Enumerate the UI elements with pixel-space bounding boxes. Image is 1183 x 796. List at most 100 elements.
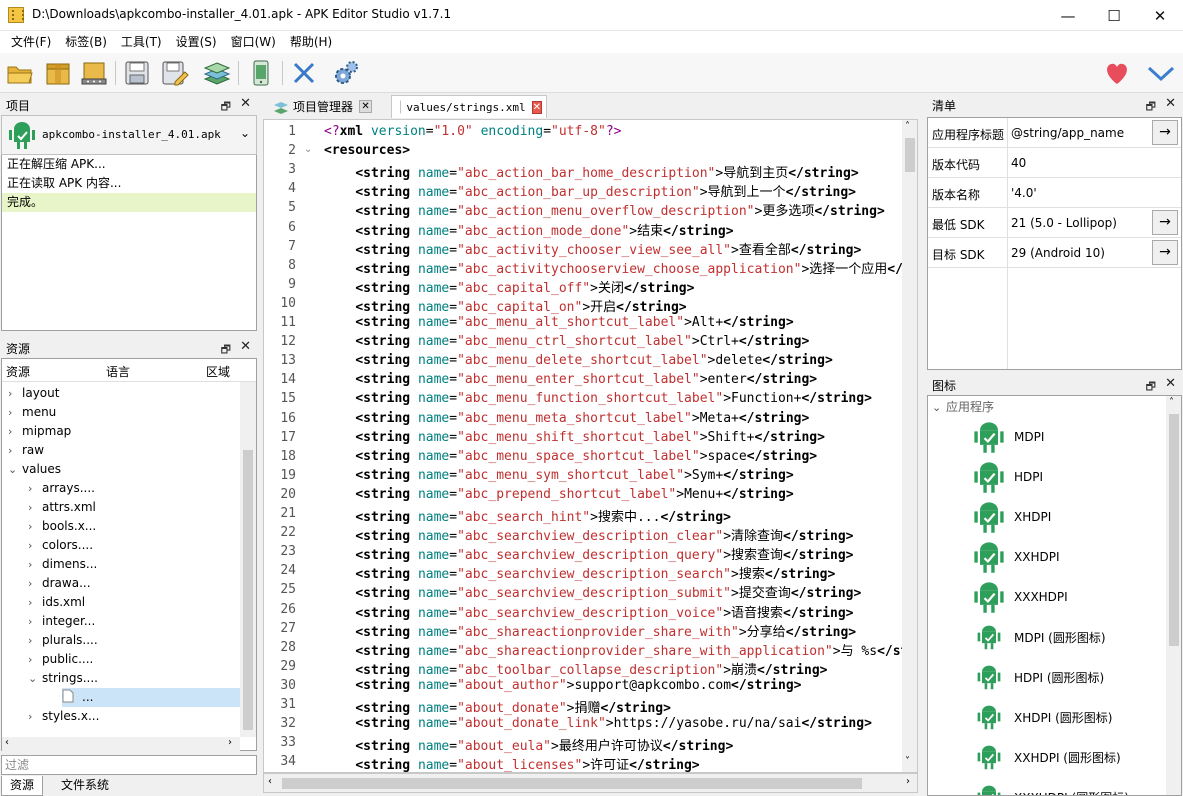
undock-icon[interactable]: 🗗 (1146, 98, 1156, 117)
tree-item[interactable]: › plurals.... (28, 631, 98, 650)
code-line[interactable]: <string name="abc_menu_ctrl_shortcut_lab… (324, 334, 809, 349)
chevron-right-icon[interactable]: › (8, 441, 22, 460)
save-button[interactable] (122, 58, 152, 88)
tab-filesystem[interactable]: 文件系统 (53, 776, 117, 796)
code-line[interactable]: <string name="about_author">support@apkc… (324, 678, 801, 693)
maximize-button[interactable]: ☐ (1091, 0, 1137, 31)
editor-hscrollbar[interactable]: ‹ › (263, 773, 918, 793)
icons-group[interactable]: ⌄ 应用程序 (932, 398, 994, 415)
panel-close-icon[interactable]: ✕ (240, 96, 251, 111)
panel-close-icon[interactable]: ✕ (1165, 376, 1176, 391)
manifest-row[interactable]: 版本代码 40 (928, 148, 1181, 178)
chevron-right-icon[interactable]: › (8, 422, 22, 441)
resources-scrollbar[interactable] (240, 382, 256, 737)
column-resource[interactable]: 资源 (6, 363, 30, 380)
editor-scrollbar[interactable]: ˄ ˅ (902, 120, 917, 772)
code-line[interactable]: <string name="abc_action_menu_overflow_d… (324, 200, 884, 219)
code-line[interactable]: <string name="abc_search_hint">搜索中...</s… (324, 506, 731, 525)
code-line[interactable]: <string name="abc_menu_delete_shortcut_l… (324, 353, 832, 368)
chevron-right-icon[interactable]: › (8, 384, 22, 403)
code-line[interactable]: <string name="abc_menu_shift_shortcut_la… (324, 430, 825, 445)
code-line[interactable]: <string name="abc_searchview_description… (324, 544, 853, 563)
chevron-right-icon[interactable]: › (8, 403, 22, 422)
code-line[interactable]: <string name="abc_shareactionprovider_sh… (324, 640, 917, 659)
code-line[interactable]: <string name="abc_action_bar_home_descri… (324, 162, 858, 181)
tab-close-icon[interactable]: ✕ (531, 100, 542, 114)
tab-resources[interactable]: 资源 (1, 776, 44, 796)
resources-hscrollbar[interactable]: ‹ › (2, 737, 240, 751)
tree-item[interactable]: › arrays.... (28, 479, 95, 498)
code-line[interactable]: <string name="abc_menu_space_shortcut_la… (324, 449, 817, 464)
check-updates-button[interactable] (1146, 58, 1176, 88)
code-line[interactable]: <string name="abc_menu_meta_shortcut_lab… (324, 411, 809, 426)
code-line[interactable]: <string name="about_donate_link">https:/… (324, 716, 872, 731)
icon-item[interactable]: MDPI (972, 417, 1044, 457)
code-line[interactable]: <string name="abc_capital_off">关闭</strin… (324, 277, 694, 296)
code-line[interactable]: <string name="abc_menu_function_shortcut… (324, 391, 872, 406)
icon-item[interactable]: XHDPI (972, 497, 1051, 537)
code-line[interactable]: <string name="abc_searchview_description… (324, 602, 853, 621)
code-line[interactable]: <string name="abc_capital_on">开启</string… (324, 296, 686, 315)
icon-item[interactable]: XHDPI (圆形图标) (972, 697, 1112, 737)
tree-item[interactable]: › attrs.xml (28, 498, 96, 517)
tree-item[interactable]: ⌄ strings.... (28, 669, 98, 688)
panel-close-icon[interactable]: ✕ (240, 339, 251, 354)
tab-strings-xml[interactable]: values/strings.xml ✕ (391, 95, 547, 118)
tree-item[interactable]: › bools.x... (28, 517, 96, 536)
save-as-button[interactable] (160, 58, 190, 88)
chevron-right-icon[interactable]: › (28, 536, 42, 555)
menu-settings[interactable]: 设置(S) (169, 31, 224, 53)
manifest-value[interactable]: 40 (1011, 156, 1026, 170)
code-editor[interactable]: 1 <?xml version="1.0" encoding="utf-8"?> 2… (263, 119, 918, 773)
chevron-right-icon[interactable]: › (28, 707, 42, 726)
tree-item[interactable]: ... (62, 688, 240, 707)
menu-tools[interactable]: 工具(T) (114, 31, 169, 53)
chevron-right-icon[interactable]: › (28, 498, 42, 517)
manifest-value[interactable]: @string/app_name (1011, 126, 1124, 140)
minimize-button[interactable]: — (1045, 0, 1091, 31)
icon-item[interactable]: XXHDPI (圆形图标) (972, 737, 1121, 777)
manifest-row[interactable]: 版本名称 '4.0' (928, 178, 1181, 208)
icon-item[interactable]: XXXHDPI (圆形图标) (972, 777, 1129, 795)
column-region[interactable]: 区域 (206, 363, 230, 380)
icon-item[interactable]: HDPI (972, 457, 1043, 497)
tree-item[interactable]: › raw (8, 441, 44, 460)
code-line[interactable]: <string name="abc_action_mode_done">结束</… (324, 220, 733, 239)
column-language[interactable]: 语言 (106, 363, 130, 380)
menu-window[interactable]: 窗口(W) (224, 31, 283, 53)
device-manager-button[interactable] (246, 58, 276, 88)
chevron-down-icon[interactable]: ⌄ (8, 460, 22, 479)
chevron-right-icon[interactable]: › (28, 650, 42, 669)
tree-item[interactable]: › dimens... (28, 555, 97, 574)
tab-project-manager[interactable]: 项目管理器 ✕ (265, 95, 387, 118)
layers-button[interactable] (202, 58, 232, 88)
code-line[interactable]: <?xml version="1.0" encoding="utf-8"?> (324, 124, 621, 139)
project-selector[interactable]: apkcombo-installer_4.01.apk ⌄ (1, 115, 257, 155)
arrow-right-icon[interactable]: → (1152, 210, 1178, 235)
chevron-right-icon[interactable]: › (28, 593, 42, 612)
code-line[interactable]: <string name="abc_menu_enter_shortcut_la… (324, 372, 817, 387)
install-apk-button[interactable] (79, 58, 109, 88)
panel-close-icon[interactable]: ✕ (1165, 96, 1176, 111)
code-line[interactable]: <string name="abc_shareactionprovider_sh… (324, 621, 856, 640)
icons-list[interactable]: ⌄ 应用程序 MDPI HDPI XHDPI XXHDPI XXXHDPI MDPI (圆形… (927, 395, 1182, 796)
tree-item[interactable]: › drawa... (28, 574, 91, 593)
tab-close-icon[interactable]: ✕ (359, 100, 373, 113)
manifest-row[interactable]: 最低 SDK 21 (5.0 - Lollipop) → (928, 208, 1181, 238)
menu-file[interactable]: 文件(F) (4, 31, 58, 53)
settings-button[interactable] (331, 58, 361, 88)
manifest-row[interactable]: 应用程序标题 @string/app_name → (928, 118, 1181, 148)
chevron-right-icon[interactable]: › (28, 555, 42, 574)
code-line[interactable]: <string name="abc_activity_chooser_view_… (324, 239, 861, 258)
tree-item[interactable]: › ids.xml (28, 593, 85, 612)
tree-item[interactable]: › integer... (28, 612, 95, 631)
code-line[interactable]: <string name="about_eula">最终用户许可协议</stri… (324, 735, 733, 754)
close-window-button[interactable]: ✕ (1137, 0, 1183, 31)
fold-icon[interactable]: ⌄ (304, 144, 312, 155)
chevron-right-icon[interactable]: › (28, 479, 42, 498)
arrow-right-icon[interactable]: → (1152, 240, 1178, 265)
open-package-button[interactable] (43, 58, 73, 88)
code-line[interactable]: <string name="abc_toolbar_collapse_descr… (324, 659, 827, 678)
chevron-right-icon[interactable]: › (28, 631, 42, 650)
tree-item[interactable]: › mipmap (8, 422, 71, 441)
